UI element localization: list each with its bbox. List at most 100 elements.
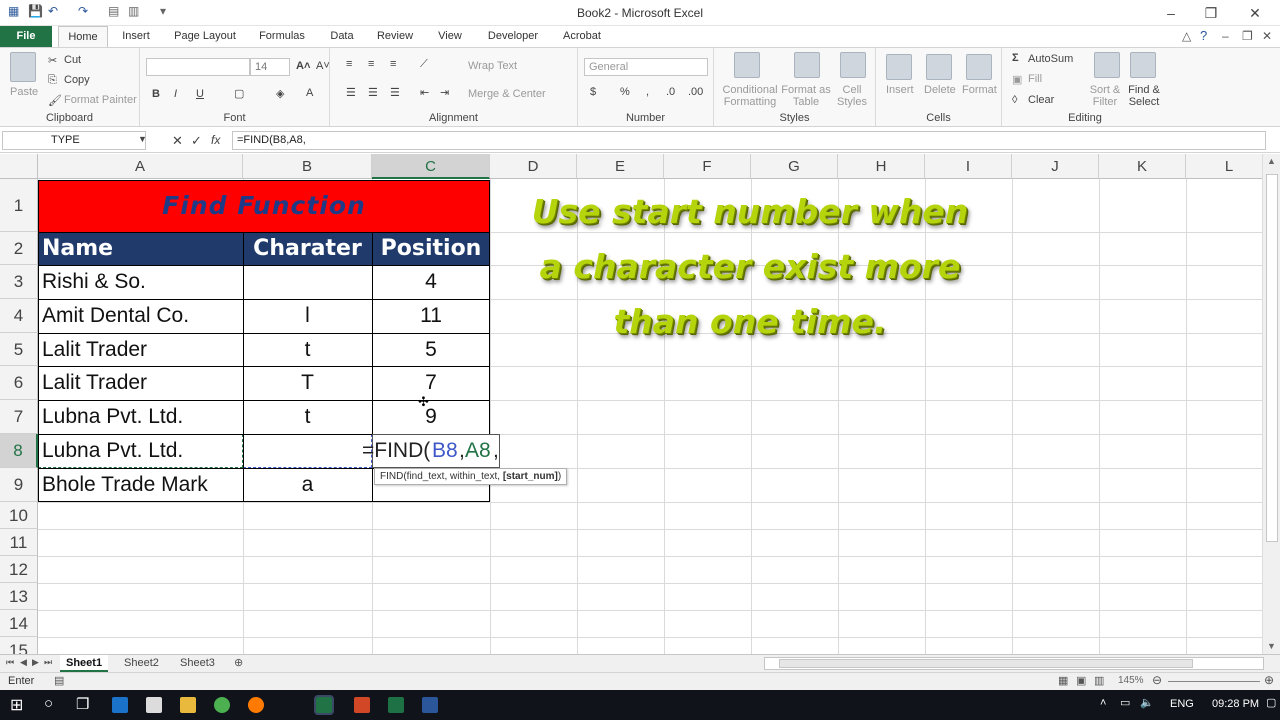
- formula-input[interactable]: =FIND(B8,A8,: [232, 131, 1266, 150]
- language-indicator[interactable]: ENG: [1170, 698, 1194, 710]
- header-position[interactable]: Position: [372, 232, 490, 265]
- column-header-g[interactable]: G: [751, 154, 838, 179]
- cut-icon[interactable]: ✂: [48, 54, 57, 67]
- scroll-up-icon[interactable]: ▲: [1267, 156, 1276, 166]
- tab-data[interactable]: Data: [322, 28, 362, 47]
- horizontal-scrollbar[interactable]: [764, 657, 1264, 670]
- row-header-6[interactable]: 6: [0, 366, 38, 400]
- currency-icon[interactable]: $: [590, 86, 596, 98]
- cell-styles-button[interactable]: Cell Styles: [832, 84, 872, 108]
- row-header-10[interactable]: 10: [0, 502, 38, 529]
- tab-formulas[interactable]: Formulas: [252, 28, 312, 47]
- doc-restore-icon[interactable]: ❐: [1242, 29, 1253, 43]
- minimize-ribbon-icon[interactable]: △: [1182, 29, 1191, 43]
- column-header-b[interactable]: B: [243, 154, 372, 179]
- table-title[interactable]: Find Function: [38, 180, 490, 232]
- cell-a9[interactable]: Bhole Trade Mark: [38, 468, 243, 502]
- cell-b4[interactable]: l: [243, 299, 372, 333]
- zoom-in-icon[interactable]: ⊕: [1264, 673, 1274, 687]
- file-explorer-icon[interactable]: [180, 697, 196, 713]
- column-header-e[interactable]: E: [577, 154, 664, 179]
- row-header-14[interactable]: 14: [0, 610, 38, 637]
- scroll-thumb[interactable]: [1266, 174, 1278, 542]
- horizontal-scroll-thumb[interactable]: [779, 659, 1193, 668]
- delete-cells-icon[interactable]: [926, 54, 952, 80]
- percent-icon[interactable]: %: [620, 86, 630, 98]
- row-header-15[interactable]: 15: [0, 637, 38, 654]
- macro-record-icon[interactable]: ▤: [54, 674, 64, 687]
- row-header-12[interactable]: 12: [0, 556, 38, 583]
- help-icon[interactable]: ?: [1200, 28, 1207, 43]
- cell-c3[interactable]: 4: [372, 265, 490, 299]
- header-character[interactable]: Charater: [243, 232, 372, 265]
- sheet-tab-2[interactable]: Sheet2: [118, 655, 165, 672]
- cell-c7[interactable]: 9: [372, 400, 490, 434]
- find-select-icon[interactable]: [1130, 52, 1156, 78]
- cell-b5[interactable]: t: [243, 333, 372, 366]
- fill-color-icon[interactable]: ◈: [276, 87, 284, 100]
- tab-acrobat[interactable]: Acrobat: [556, 28, 608, 47]
- scroll-down-icon[interactable]: ▼: [1267, 641, 1276, 651]
- format-table-button[interactable]: Format as Table: [780, 84, 832, 108]
- insert-cells-icon[interactable]: [886, 54, 912, 80]
- number-format-combo[interactable]: General: [584, 58, 708, 76]
- tab-review[interactable]: Review: [370, 28, 420, 47]
- network-icon[interactable]: ▭: [1120, 696, 1130, 709]
- column-header-a[interactable]: A: [38, 154, 243, 179]
- worksheet-grid[interactable]: A B C D E F G H I J K L 1 2 3 4 5 6 7 8 …: [0, 154, 1262, 654]
- increase-indent-icon[interactable]: ⇥: [440, 86, 449, 99]
- word-icon[interactable]: [422, 697, 438, 713]
- format-painter-icon[interactable]: 🖌: [48, 94, 62, 107]
- format-cells-icon[interactable]: [966, 54, 992, 80]
- decrease-decimal-icon[interactable]: .00: [688, 86, 703, 98]
- italic-icon[interactable]: I: [174, 88, 177, 100]
- bottom-align-icon[interactable]: ≡: [390, 58, 396, 70]
- cell-b9[interactable]: a: [243, 468, 372, 502]
- font-name-combo[interactable]: [146, 58, 250, 76]
- find-select-button[interactable]: Find & Select: [1124, 84, 1164, 108]
- fill-button[interactable]: Fill: [1028, 73, 1042, 85]
- zoom-out-icon[interactable]: ⊖: [1152, 673, 1162, 687]
- font-color-icon[interactable]: A: [306, 87, 313, 99]
- name-box[interactable]: TYPE: [2, 131, 146, 150]
- top-align-icon[interactable]: ≡: [346, 58, 352, 70]
- powerpoint-icon[interactable]: [354, 697, 370, 713]
- delete-cells-button[interactable]: Delete: [924, 84, 956, 96]
- column-header-d[interactable]: D: [490, 154, 577, 179]
- normal-view-icon[interactable]: ▦: [1058, 674, 1068, 687]
- header-name[interactable]: Name: [38, 232, 243, 265]
- sheet-tab-3[interactable]: Sheet3: [174, 655, 221, 672]
- cancel-entry-icon[interactable]: ✕: [172, 133, 183, 149]
- cell-styles-icon[interactable]: [840, 52, 866, 78]
- comma-icon[interactable]: ,: [646, 86, 649, 98]
- store-icon[interactable]: [146, 697, 162, 713]
- volume-icon[interactable]: 🔈: [1140, 696, 1154, 709]
- search-icon[interactable]: ○: [44, 695, 53, 712]
- middle-align-icon[interactable]: ≡: [368, 58, 374, 70]
- sort-filter-icon[interactable]: [1094, 52, 1120, 78]
- cut-button[interactable]: Cut: [64, 54, 81, 66]
- doc-minimize-icon[interactable]: –: [1222, 29, 1229, 43]
- cell-b7[interactable]: t: [243, 400, 372, 434]
- cell-a4[interactable]: Amit Dental Co.: [38, 299, 243, 333]
- copy-button[interactable]: Copy: [64, 74, 90, 86]
- column-header-i[interactable]: I: [925, 154, 1012, 179]
- firefox-icon[interactable]: [248, 697, 264, 713]
- underline-icon[interactable]: U: [196, 88, 204, 100]
- format-cells-button[interactable]: Format: [962, 84, 997, 96]
- doc-close-icon[interactable]: ✕: [1262, 29, 1272, 43]
- tab-view[interactable]: View: [430, 28, 470, 47]
- insert-function-icon[interactable]: fx: [211, 133, 220, 147]
- first-sheet-icon[interactable]: ⏮: [6, 657, 14, 668]
- cell-c8-editor[interactable]: =FIND( B8 , A8 ,: [362, 434, 500, 468]
- close-button[interactable]: ✕: [1240, 3, 1270, 23]
- grow-font-icon[interactable]: A˄: [296, 60, 310, 72]
- row-header-7[interactable]: 7: [0, 400, 38, 434]
- decrease-indent-icon[interactable]: ⇤: [420, 86, 429, 99]
- tab-page-layout[interactable]: Page Layout: [168, 28, 242, 47]
- cell-c6[interactable]: 7: [372, 366, 490, 400]
- column-header-l[interactable]: L: [1186, 154, 1262, 179]
- column-header-j[interactable]: J: [1012, 154, 1099, 179]
- column-header-c[interactable]: C: [372, 154, 490, 179]
- zoom-level[interactable]: 145%: [1118, 675, 1144, 686]
